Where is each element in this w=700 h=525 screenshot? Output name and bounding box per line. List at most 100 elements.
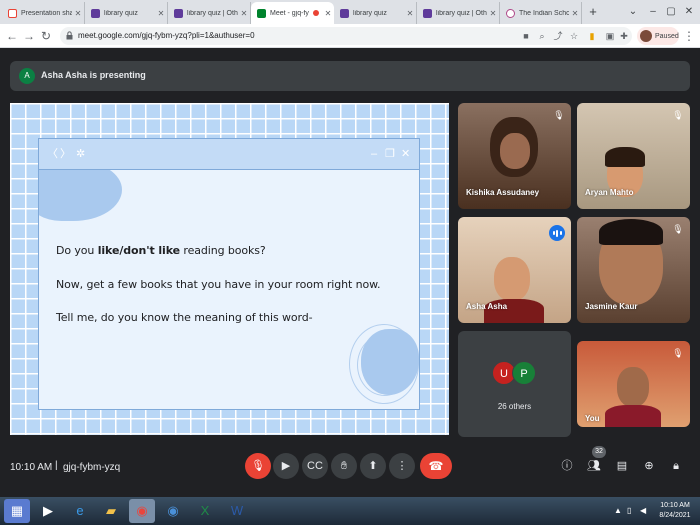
participant-tile[interactable]: 🎙 Aryan Mahto [577,103,690,209]
quiz-favicon-icon [423,8,432,18]
gmail-favicon-icon [8,8,17,18]
more-options-button[interactable]: ⋮ [389,453,415,479]
speaking-indicator-icon [549,225,565,241]
tab-library-quiz-1[interactable]: library quiz ✕ [85,2,168,24]
address-bar[interactable]: meet.google.com/gjq-fybm-yzq?pli=1&authu… [60,27,632,45]
recording-dot-icon [313,10,319,16]
mic-off-icon: 🎙 [672,110,684,120]
minimize-icon: – [371,148,378,160]
slide-window: 〈 〉 ✲ – ❐ ✕ Do you like/don't like readi… [38,138,420,410]
activities-icon[interactable]: ⊕ [641,458,657,474]
participant-video [599,219,663,245]
gear-icon: ✲ [76,148,86,160]
chromium-icon[interactable]: ◉ [160,499,186,523]
more-menu-icon[interactable]: ⋮ [681,28,697,44]
back-arrow-icon[interactable]: ← [4,28,20,44]
chat-icon[interactable]: ▤ [614,458,630,474]
slide-line-1: Do you like/don't like reading books? [56,244,266,257]
volume-icon[interactable]: ◀ [640,506,646,515]
participant-tile[interactable]: Asha Asha [458,217,571,323]
start-button[interactable]: ▦ [4,499,30,523]
participant-video [605,147,645,167]
windows-taskbar: ▦ ▶ e ▰ ◉ ◉ X W [0,497,700,525]
mic-toggle-button[interactable]: 🎙︎ [245,453,271,479]
close-tab-icon[interactable]: ✕ [72,9,84,18]
close-window-button[interactable]: ✕ [680,3,698,21]
captions-button[interactable]: CC [302,453,328,479]
others-count: 26 others [497,402,532,411]
participant-video [500,133,530,169]
tab-library-quiz-2[interactable]: library quiz | Othe ✕ [168,2,251,24]
close-tab-icon[interactable]: ✕ [404,9,416,18]
participant-tile[interactable]: 🎙 Kishika Assudaney [458,103,571,209]
tab-indian-school[interactable]: The Indian Schoo ✕ [500,2,582,24]
excel-icon[interactable]: X [192,499,218,523]
camera-icon[interactable]: ■ [520,30,532,42]
avatar [640,30,652,42]
tab-library-quiz-3[interactable]: library quiz ✕ [334,2,417,24]
slide-line-3: Tell me, do you know the meaning of this… [56,311,313,324]
word-icon[interactable]: W [224,499,250,523]
present-screen-button[interactable]: ⬆ [360,453,386,479]
slide-window-titlebar: 〈 〉 ✲ – ❐ ✕ [39,139,419,170]
taskbar-clock[interactable]: 10:10 AM 8/24/2021 [655,501,695,521]
minimize-button[interactable]: – [644,3,662,21]
close-tab-icon[interactable]: ✕ [155,9,167,18]
school-favicon-icon [506,8,515,18]
extensions-puzzle-icon[interactable]: ✚ [618,30,630,42]
self-view-tile[interactable]: 🎙 You [577,341,690,427]
mic-off-icon: 🎙 [672,348,684,358]
quiz-favicon-icon [174,8,183,18]
presenter-avatar: A [19,68,35,84]
slide-line-2: Now, get a few books that you have in yo… [56,278,381,291]
camera-toggle-button[interactable]: ▶ [273,453,299,479]
bookmark-star-icon[interactable]: ☆ [568,30,580,42]
url-text: meet.google.com/gjq-fybm-yzq?pli=1&authu… [78,31,255,40]
media-player-icon[interactable]: ▶ [35,499,61,523]
meeting-details-icon[interactable]: ⓘ [559,458,575,474]
share-icon[interactable]: ⤴ [552,30,564,42]
file-explorer-icon[interactable]: ▰ [98,499,124,523]
profile-button[interactable]: Paused [637,27,679,45]
close-tab-icon[interactable]: ✕ [238,9,250,18]
zoom-icon[interactable]: ⌕ [536,30,548,42]
participant-video [617,367,649,407]
forward-arrow-icon[interactable]: → [21,28,37,44]
raise-hand-button[interactable]: ✋︎ [331,453,357,479]
meeting-time: 10:10 AM [10,462,53,473]
close-tab-icon[interactable]: ✕ [322,9,334,18]
quiz-favicon-icon [340,8,349,18]
presenting-banner: A Asha Asha is presenting [10,61,690,91]
internet-explorer-icon[interactable]: e [67,499,93,523]
participant-tile[interactable]: 🎙 Jasmine Kaur [577,217,690,323]
tab-meet[interactable]: Meet - gjq-fy ✕ [251,2,334,24]
quiz-favicon-icon [91,8,100,18]
maximize-button[interactable]: ▢ [662,3,680,21]
battery-icon[interactable]: ▯ [627,506,631,515]
others-tile[interactable]: U P 26 others [458,331,571,437]
maximize-icon: ❐ [385,148,395,160]
tray-up-arrow-icon[interactable]: ▲ [614,506,622,515]
tab-presentation[interactable]: Presentation sha ✕ [2,2,85,24]
divider: | [55,460,58,471]
host-controls-icon[interactable]: 🔒︎ [668,458,684,474]
browser-toolbar: ← → ↻ meet.google.com/gjq-fybm-yzq?pli=1… [0,24,700,48]
extension-icon[interactable]: ▣ [604,30,616,42]
people-icon[interactable]: 👥︎ [586,458,602,474]
reload-icon[interactable]: ↻ [38,28,54,44]
close-tab-icon[interactable]: ✕ [569,9,581,18]
tab-search-icon[interactable]: ⌄ [624,3,642,21]
participant-video [494,257,530,301]
participant-count-badge: 32 [592,446,606,458]
tab-library-quiz-4[interactable]: library quiz | Othe ✕ [417,2,500,24]
meet-favicon-icon [257,8,266,18]
extension-icon[interactable]: ▮ [586,30,598,42]
chrome-icon[interactable]: ◉ [129,499,155,523]
participant-video [605,405,661,427]
leave-call-button[interactable]: ☎ [420,453,452,479]
new-tab-button[interactable]: + [585,4,601,20]
chevron-left-icon: 〈 [47,148,58,160]
meeting-code: gjq-fybm-yzq [63,462,121,473]
close-tab-icon[interactable]: ✕ [487,9,499,18]
mic-off-icon: 🎙 [553,110,565,120]
